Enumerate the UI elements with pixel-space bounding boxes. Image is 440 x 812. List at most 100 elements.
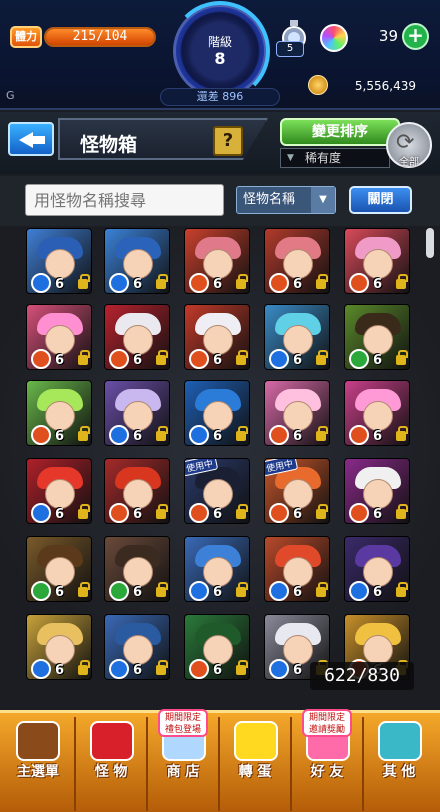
monster-card[interactable]: 6 xyxy=(184,380,250,446)
lock-icon xyxy=(156,504,168,519)
refresh-icon: ⟳ xyxy=(396,130,415,155)
nav-item-5[interactable]: 其 他 xyxy=(362,717,434,811)
lock-icon xyxy=(156,660,168,675)
monster-level: 6 xyxy=(293,507,303,522)
sort-button[interactable]: 變更排序 xyxy=(280,118,400,146)
monster-face xyxy=(203,557,233,587)
grid-scrollbar[interactable] xyxy=(424,226,434,710)
lock-icon xyxy=(78,582,90,597)
close-search-button[interactable]: 關閉 xyxy=(349,186,412,214)
monster-card[interactable]: 6 xyxy=(104,458,170,524)
monster-card[interactable]: 6 xyxy=(344,536,410,602)
monster-card[interactable]: 6 xyxy=(104,228,170,294)
nav-label: 其 他 xyxy=(382,764,416,780)
monster-level: 6 xyxy=(55,507,65,522)
monster-card[interactable]: 6 xyxy=(264,304,330,370)
wood-element-icon xyxy=(31,581,51,601)
lock-icon xyxy=(236,426,248,441)
rank-value: 8 xyxy=(214,49,226,68)
wood-element-icon xyxy=(349,349,369,369)
lock-icon xyxy=(236,660,248,675)
monster-card[interactable]: 6 xyxy=(184,536,250,602)
lock-icon xyxy=(236,274,248,289)
potion-count: 5 xyxy=(276,41,304,57)
monster-card[interactable]: 6 xyxy=(26,304,92,370)
monster-card[interactable]: 6 xyxy=(264,536,330,602)
monster-face xyxy=(283,401,313,431)
monster-card[interactable]: 6 xyxy=(104,380,170,446)
nav-item-0[interactable]: 主選單 xyxy=(2,717,74,811)
water-element-icon xyxy=(109,273,129,293)
monster-card[interactable]: 6 xyxy=(344,304,410,370)
monster-card[interactable]: 6 使用中 xyxy=(264,458,330,524)
monster-level: 6 xyxy=(133,277,143,292)
monster-card[interactable]: 6 xyxy=(264,228,330,294)
sort-order-label[interactable]: 稀有度 xyxy=(280,148,390,168)
monster-level: 6 xyxy=(213,353,223,368)
water-element-icon xyxy=(269,659,289,679)
monster-card[interactable]: 6 xyxy=(26,228,92,294)
lock-icon xyxy=(156,426,168,441)
lock-icon xyxy=(316,582,328,597)
fire-element-icon xyxy=(189,273,209,293)
nav-item-3[interactable]: 轉 蛋 xyxy=(218,717,290,811)
filter-all-button[interactable]: ⟳ 全部 xyxy=(386,122,432,168)
monster-grid[interactable]: 666666666666666666使用中6使用中66666666666 xyxy=(0,226,440,710)
monster-card[interactable]: 6 使用中 xyxy=(184,458,250,524)
fire-element-icon xyxy=(109,503,129,523)
nav-item-1[interactable]: 怪 物 xyxy=(74,717,146,811)
monster-face xyxy=(123,635,153,665)
monster-card[interactable]: 6 xyxy=(264,380,330,446)
monster-level: 6 xyxy=(55,663,65,678)
monster-level: 6 xyxy=(55,277,65,292)
rank-diff: 還差 896 xyxy=(160,88,280,106)
monster-card[interactable]: 6 xyxy=(184,614,250,680)
monster-face xyxy=(123,557,153,587)
fire-element-icon xyxy=(31,425,51,445)
monster-card[interactable]: 6 xyxy=(344,380,410,446)
back-button[interactable] xyxy=(8,122,54,156)
lock-icon xyxy=(78,426,90,441)
status-bar: 體力 215/104 階級 8 還差 896 5 39 + G 5,556,43… xyxy=(0,0,440,110)
home-icon xyxy=(16,721,60,761)
lock-icon xyxy=(316,426,328,441)
monster-card[interactable]: 6 xyxy=(104,614,170,680)
search-input[interactable] xyxy=(25,184,224,216)
lock-icon xyxy=(316,504,328,519)
monster-card[interactable]: 6 xyxy=(184,304,250,370)
monster-level: 6 xyxy=(293,353,303,368)
monster-level: 6 xyxy=(293,663,303,678)
rank-gauge[interactable]: 階級 8 xyxy=(170,1,270,101)
monster-card[interactable]: 6 xyxy=(26,614,92,680)
fire-element-icon xyxy=(189,349,209,369)
monster-card[interactable]: 6 xyxy=(26,536,92,602)
help-button[interactable]: ? xyxy=(213,126,243,156)
nav-item-4[interactable]: 好 友 期間限定 邀請獎勵 xyxy=(290,709,362,811)
monster-card[interactable]: 6 xyxy=(26,380,92,446)
monster-card[interactable]: 6 xyxy=(344,458,410,524)
monster-card[interactable]: 6 xyxy=(344,228,410,294)
monster-card[interactable]: 6 xyxy=(104,536,170,602)
monster-level: 6 xyxy=(55,429,65,444)
search-type-select[interactable]: 怪物名稱 ▼ xyxy=(236,186,336,214)
orb-icon xyxy=(320,24,348,52)
monster-level: 6 xyxy=(133,429,143,444)
monster-level: 6 xyxy=(373,353,383,368)
fire-element-icon xyxy=(269,273,289,293)
lock-icon xyxy=(396,274,408,289)
lock-icon xyxy=(78,660,90,675)
stamina-bar: 215/104 xyxy=(44,27,156,47)
lock-icon xyxy=(396,504,408,519)
scroll-thumb[interactable] xyxy=(426,228,434,258)
add-orb-button[interactable]: + xyxy=(402,23,429,50)
fire-element-icon xyxy=(349,503,369,523)
nav-item-2[interactable]: 商 店 期間限定 禮包登場 xyxy=(146,709,218,811)
monster-card[interactable]: 6 xyxy=(104,304,170,370)
egg-icon xyxy=(234,721,278,761)
water-element-icon xyxy=(31,503,51,523)
monster-card[interactable]: 6 xyxy=(26,458,92,524)
monster-level: 6 xyxy=(373,429,383,444)
monster-level: 6 xyxy=(133,663,143,678)
water-element-icon xyxy=(109,659,129,679)
monster-card[interactable]: 6 xyxy=(184,228,250,294)
